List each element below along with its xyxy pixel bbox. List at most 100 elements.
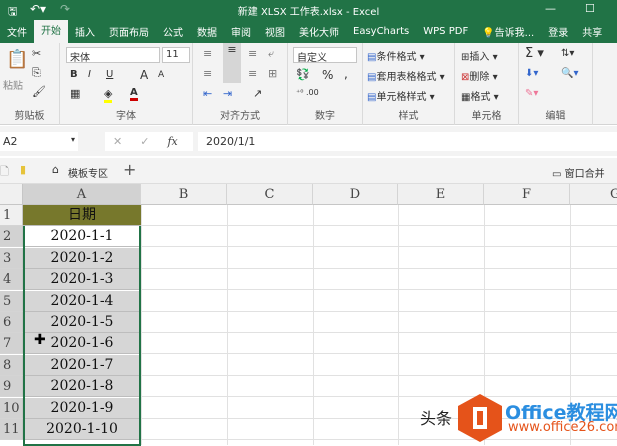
column-header-f[interactable]: F [484,184,570,205]
tab-view[interactable]: 视图 [258,24,292,39]
align-top-icon[interactable]: ≡ [203,47,212,60]
percent-button[interactable]: % [322,68,333,82]
column-header-c[interactable]: C [227,184,313,205]
share[interactable]: 共享 [575,24,609,39]
date-cell[interactable]: 2020-1-4 [23,290,141,312]
align-bottom-icon[interactable]: ≡ [248,47,257,60]
select-all-button[interactable] [0,184,23,205]
fill-color-icon[interactable]: ◈ [104,87,113,103]
template-zone-tab[interactable]: 模板专区 [68,165,108,180]
insert-cells-button[interactable]: ⊞插入 ▾ [461,48,498,63]
gridline [141,246,617,248]
copy-icon[interactable]: ⎘ [32,66,41,80]
shrink-font-button[interactable]: A [158,70,164,80]
row-header[interactable]: 8 [0,354,23,376]
delete-cells-button[interactable]: ⊠删除 ▾ [461,68,498,83]
new-file-icon[interactable]: 🗋 [0,163,9,182]
date-cell[interactable]: 2020-1-9 [23,397,141,419]
date-cell[interactable]: 2020-1-3 [23,269,141,291]
insert-function-button[interactable]: fx [167,135,177,148]
tab-data[interactable]: 数据 [190,24,224,39]
column-header-a[interactable]: A [23,184,141,205]
add-tab-button[interactable]: + [123,160,136,179]
row-header[interactable]: 7 [0,333,23,355]
orientation-icon[interactable]: ↗ [253,87,262,100]
column-header-e[interactable]: E [398,184,484,205]
decrease-indent-icon[interactable]: ⇤ [203,87,212,100]
minimize-icon[interactable]: — [545,2,556,15]
row-header[interactable]: 1 [0,205,23,226]
tab-wps-pdf[interactable]: WPS PDF [416,26,475,37]
cell-styles-button[interactable]: ▤单元格样式 ▾ [367,88,435,103]
wrap-text-icon[interactable]: ⤶ [268,47,274,61]
sort-filter-icon[interactable]: ⇅▾ [561,48,574,59]
tab-beautify[interactable]: 美化大师 [292,24,346,39]
column-header-b[interactable]: B [141,184,227,205]
name-box[interactable]: A2 ▾ [0,132,78,151]
conditional-format-button[interactable]: ▤条件格式 ▾ [367,48,425,63]
formula-input[interactable]: 2020/1/1 [198,132,617,151]
row-header[interactable]: 10 [0,397,23,419]
tell-me[interactable]: 💡告诉我... [475,24,541,39]
column-header-d[interactable]: D [313,184,398,205]
column-header-g[interactable]: G [570,184,617,205]
folder-icon[interactable]: ▮ [20,163,26,176]
date-cell[interactable]: 2020-1-1 [23,226,141,248]
row-header[interactable]: 6 [0,312,23,333]
grow-font-button[interactable]: A [140,68,148,82]
row-header[interactable]: 4 [0,269,23,291]
date-cell[interactable]: 2020-1-5 [23,312,141,333]
tab-file[interactable]: 文件 [0,24,34,39]
tab-easycharts[interactable]: EasyCharts [346,26,416,37]
tab-review[interactable]: 审阅 [224,24,258,39]
align-left-icon[interactable]: ≡ [203,67,212,80]
header-cell[interactable]: 日期 [23,205,141,226]
paste-button[interactable]: 粘贴 [3,77,23,92]
sign-in[interactable]: 登录 [541,24,575,39]
fill-icon[interactable]: ⬇▾ [525,68,538,79]
date-cell[interactable]: 2020-1-7 [23,354,141,376]
row-header[interactable]: 11 [0,419,23,440]
currency-icon[interactable]: 💱 [296,68,310,81]
tab-formulas[interactable]: 公式 [156,24,190,39]
underline-button[interactable]: U [106,69,113,80]
font-color-button[interactable]: A [130,87,138,101]
font-size-select[interactable]: 11 [162,47,190,63]
tab-page-layout[interactable]: 页面布局 [102,24,156,39]
autosum-button[interactable]: Σ ▾ [525,46,544,61]
row-header[interactable]: 5 [0,290,23,312]
align-middle-icon[interactable]: ≡ [223,43,241,83]
row-header[interactable]: 2 [0,226,23,248]
date-cell[interactable]: 2020-1-2 [23,247,141,269]
cancel-button[interactable]: ✕ [113,135,122,148]
clear-icon[interactable]: ✎▾ [525,88,538,99]
home-icon[interactable]: ⌂ [52,163,59,176]
paste-icon[interactable]: 📋 [6,49,28,70]
cut-icon[interactable]: ✂ [32,47,41,60]
date-cell[interactable]: 2020-1-8 [23,376,141,398]
bold-button[interactable]: B [70,69,78,80]
number-format-select[interactable]: 自定义 [293,47,357,64]
conditional-format-label: 条件格式 ▾ [376,52,425,63]
format-painter-icon[interactable]: 🖌 [32,85,46,98]
tab-insert[interactable]: 插入 [68,24,102,39]
format-cells-button[interactable]: ▦格式 ▾ [461,88,499,103]
border-icon[interactable]: ▦ [70,87,80,100]
comma-button[interactable]: , [344,67,348,81]
gridline [398,205,399,445]
date-cell[interactable]: 2020-1-10 [23,419,141,440]
italic-button[interactable]: I [88,69,91,80]
row-header[interactable]: 9 [0,376,23,398]
row-header[interactable]: 3 [0,247,23,269]
tab-home[interactable]: 开始 [34,20,68,43]
increase-decimal-icon[interactable]: ⁺⁰ .00 [296,88,319,97]
increase-indent-icon[interactable]: ⇥ [223,87,232,100]
merge-icon[interactable]: ⊞ [268,67,277,80]
confirm-button[interactable]: ✓ [140,135,149,148]
find-icon[interactable]: 🔍▾ [561,68,578,79]
maximize-icon[interactable]: ☐ [585,2,595,15]
font-name-select[interactable]: 宋体 [66,47,160,64]
merge-window-button[interactable]: ▭ 窗口合并 [552,165,605,180]
align-right-icon[interactable]: ≡ [248,67,257,80]
format-as-table-button[interactable]: ▤套用表格格式 ▾ [367,68,445,83]
